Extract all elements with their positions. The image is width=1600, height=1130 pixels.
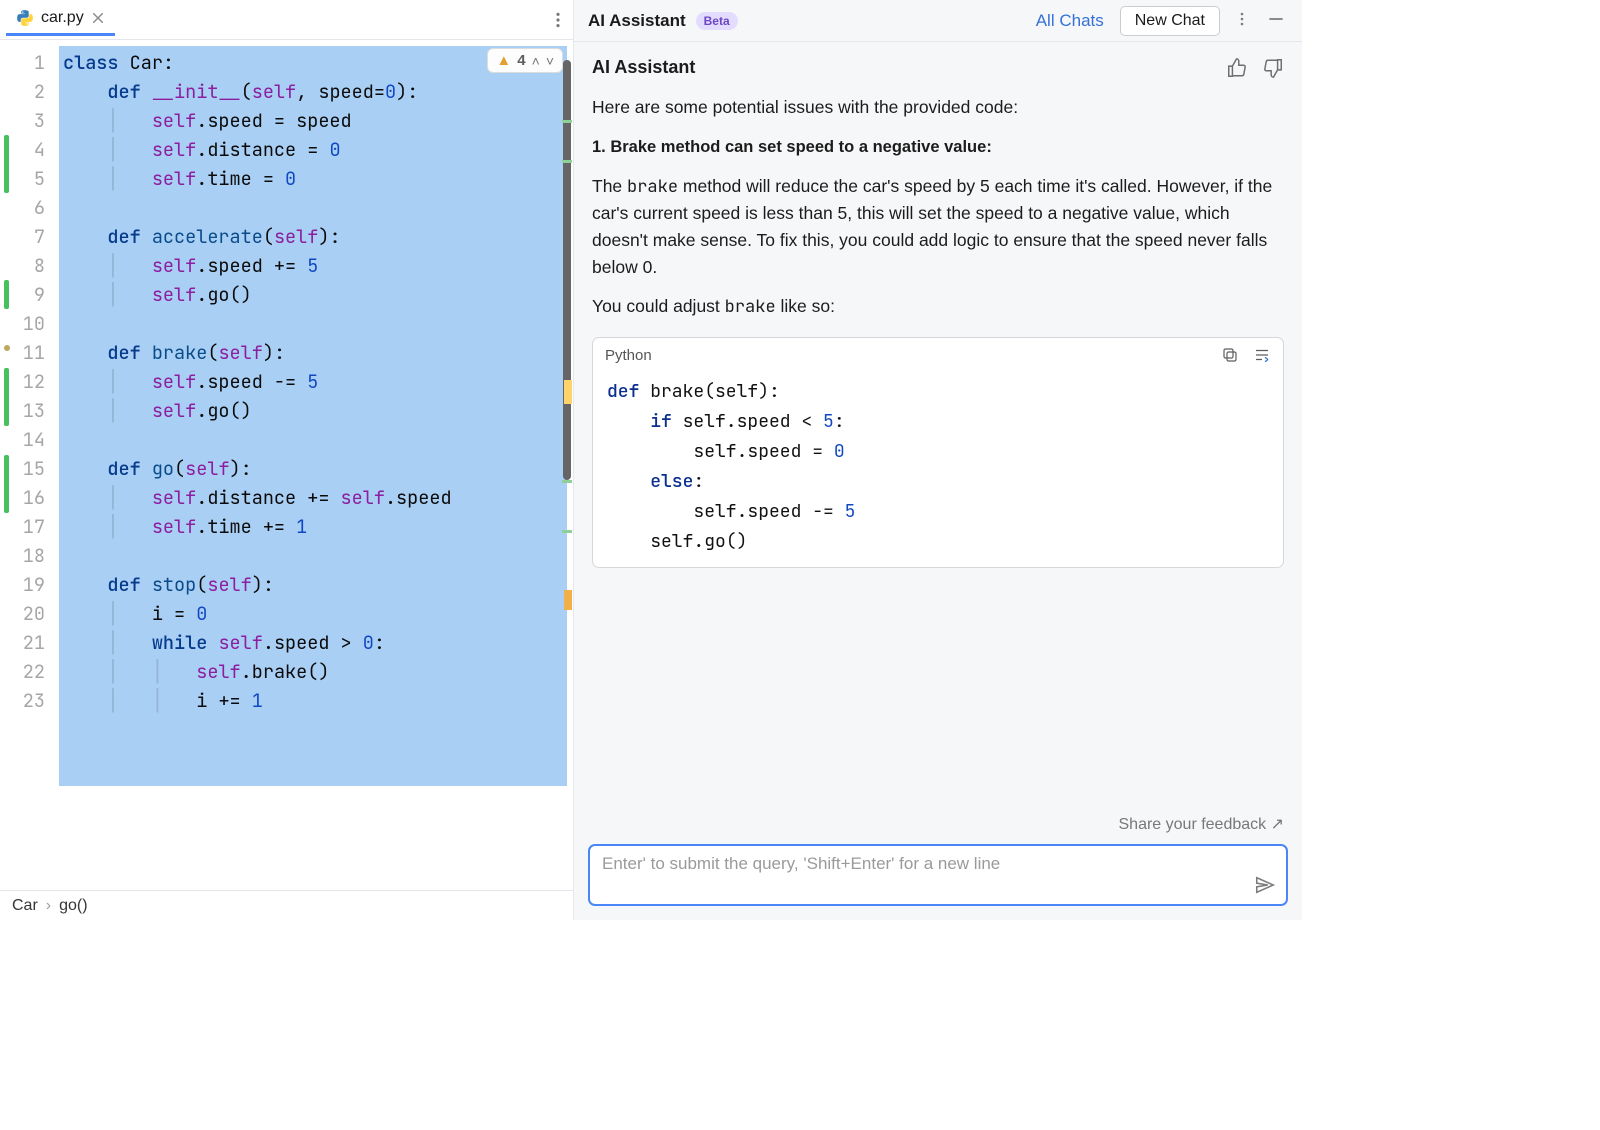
scrollbar-thumb[interactable] [563, 60, 571, 480]
send-icon[interactable] [1254, 874, 1276, 896]
chat-input[interactable] [602, 854, 1276, 896]
minimize-icon[interactable] [1264, 7, 1288, 34]
code-editor[interactable]: 1234567891011121314151617181920212223 ▲ … [0, 40, 573, 890]
tab-bar: car.py [0, 0, 573, 40]
code-lang: Python [605, 344, 652, 367]
inspection-chip[interactable]: ▲ 4 ˄ ˅ [487, 48, 563, 73]
marker-green [562, 530, 572, 533]
share-feedback-link[interactable]: Share your feedback ↗ [574, 810, 1302, 840]
copy-icon[interactable] [1221, 346, 1239, 364]
file-tab[interactable]: car.py [6, 3, 115, 36]
kebab-icon[interactable] [1230, 7, 1254, 34]
vertical-scrollbar[interactable] [561, 46, 573, 890]
kebab-icon[interactable] [549, 11, 567, 29]
breadcrumb[interactable]: Car › go() [0, 890, 573, 920]
message-sender: AI Assistant [592, 54, 695, 82]
chevron-up-icon[interactable]: ˄ [532, 53, 540, 69]
marker-orange [564, 590, 572, 610]
chevron-right-icon: › [46, 897, 51, 915]
breadcrumb-member[interactable]: go() [59, 897, 87, 915]
issue-body: The brake method will reduce the car's s… [592, 173, 1284, 282]
issue-heading: 1. Brake method can set speed to a negat… [592, 135, 1284, 161]
ai-header: AI Assistant Beta All Chats New Chat [574, 0, 1302, 42]
beta-badge: Beta [696, 12, 738, 30]
close-icon[interactable] [91, 11, 105, 25]
thumbs-up-icon[interactable] [1226, 57, 1248, 79]
chat-input-wrap[interactable] [588, 844, 1288, 906]
code-text[interactable]: class Car: def __init__(self, speed=0): … [59, 48, 573, 715]
warning-icon: ▲ [496, 52, 511, 69]
ai-title: AI Assistant [588, 11, 686, 31]
ai-body: AI Assistant Here are some potential iss… [574, 42, 1302, 810]
editor-pane: car.py 123456789101112131415161718192021… [0, 0, 574, 920]
breadcrumb-class[interactable]: Car [12, 897, 38, 915]
thumbs-down-icon[interactable] [1262, 57, 1284, 79]
marker-green [562, 120, 572, 123]
warning-count: 4 [517, 52, 525, 69]
chevron-down-icon[interactable]: ˅ [546, 53, 554, 69]
marker-green [562, 480, 572, 483]
gutter-strip [0, 40, 14, 890]
insert-icon[interactable] [1253, 346, 1271, 364]
python-icon [16, 9, 34, 27]
line-numbers: 1234567891011121314151617181920212223 [14, 40, 59, 890]
marker-green [562, 160, 572, 163]
new-chat-button[interactable]: New Chat [1120, 6, 1220, 36]
code-snippet[interactable]: def brake(self): if self.speed < 5: self… [593, 373, 1283, 567]
all-chats-link[interactable]: All Chats [1036, 11, 1104, 31]
ai-assistant-pane: AI Assistant Beta All Chats New Chat AI … [574, 0, 1302, 920]
file-tab-label: car.py [41, 9, 84, 27]
code-block: Python def brake(self): if self.speed < … [592, 337, 1284, 568]
message-intro: Here are some potential issues with the … [592, 94, 1284, 121]
marker-yellow [564, 380, 572, 404]
issue-adjust: You could adjust brake like so: [592, 293, 1284, 320]
